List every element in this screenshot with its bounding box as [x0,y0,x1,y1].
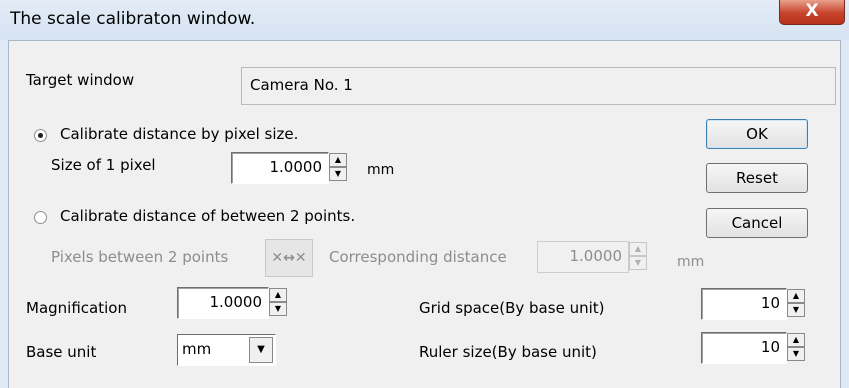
magnification-label: Magnification [26,299,127,317]
spin-down-icon[interactable]: ▼ [787,347,805,361]
target-window-field: Camera No. 1 [241,67,836,105]
ok-button[interactable]: OK [706,119,808,149]
two-points-radio[interactable] [34,211,47,224]
pixel-size-label: Size of 1 pixel [51,156,156,174]
spin-down-icon[interactable]: ▼ [629,256,647,270]
corresponding-distance-spinner[interactable]: ▲ ▼ [629,242,647,272]
spin-up-icon[interactable]: ▲ [329,153,347,167]
target-window-value: Camera No. 1 [250,76,353,94]
dialog-body: Target window Camera No. 1 Calibrate dis… [8,40,841,388]
spin-down-icon[interactable]: ▼ [329,167,347,181]
chevron-down-icon[interactable]: ▼ [249,337,273,363]
magnification-input[interactable]: 1.0000 [177,287,269,319]
spin-up-icon[interactable]: ▲ [629,242,647,256]
ruler-size-spinner[interactable]: ▲ ▼ [787,333,805,363]
spin-up-icon[interactable]: ▲ [269,288,287,302]
measure-points-icon: ✕↔✕ [271,250,307,266]
pixel-size-spinner[interactable]: ▲ ▼ [329,153,347,183]
target-window-label: Target window [26,71,135,89]
pixel-size-unit: mm [367,162,395,178]
two-points-radio-label[interactable]: Calibrate distance of between 2 points. [60,207,355,225]
ruler-size-label: Ruler size(By base unit) [419,343,597,361]
pixels-between-label: Pixels between 2 points [51,248,229,266]
title-bar: The scale calibraton window. X [0,0,849,40]
ruler-size-input[interactable]: 10 [701,332,787,364]
pixel-size-input[interactable]: 1.0000 [231,152,329,184]
window-title: The scale calibraton window. [10,9,256,29]
grid-space-input[interactable]: 10 [701,288,787,320]
cancel-button[interactable]: Cancel [706,208,808,238]
corresponding-distance-unit: mm [677,254,705,270]
base-unit-label: Base unit [26,343,97,361]
radio-selected-dot [38,133,43,138]
spin-down-icon[interactable]: ▼ [269,302,287,316]
corresponding-distance-label: Corresponding distance [329,248,507,266]
pixel-size-radio[interactable] [34,129,47,142]
spin-down-icon[interactable]: ▼ [787,303,805,317]
grid-space-spinner[interactable]: ▲ ▼ [787,289,805,319]
magnification-spinner[interactable]: ▲ ▼ [269,288,287,318]
base-unit-value: mm [182,340,212,358]
base-unit-select[interactable]: mm ▼ [177,334,276,366]
grid-space-label: Grid space(By base unit) [419,299,605,317]
spin-up-icon[interactable]: ▲ [787,289,805,303]
measure-points-button[interactable]: ✕↔✕ [265,239,313,277]
spin-up-icon[interactable]: ▲ [787,333,805,347]
close-button[interactable]: X [779,0,845,25]
reset-button[interactable]: Reset [706,163,808,193]
corresponding-distance-input[interactable]: 1.0000 [537,241,629,273]
pixel-size-radio-label[interactable]: Calibrate distance by pixel size. [60,125,298,143]
